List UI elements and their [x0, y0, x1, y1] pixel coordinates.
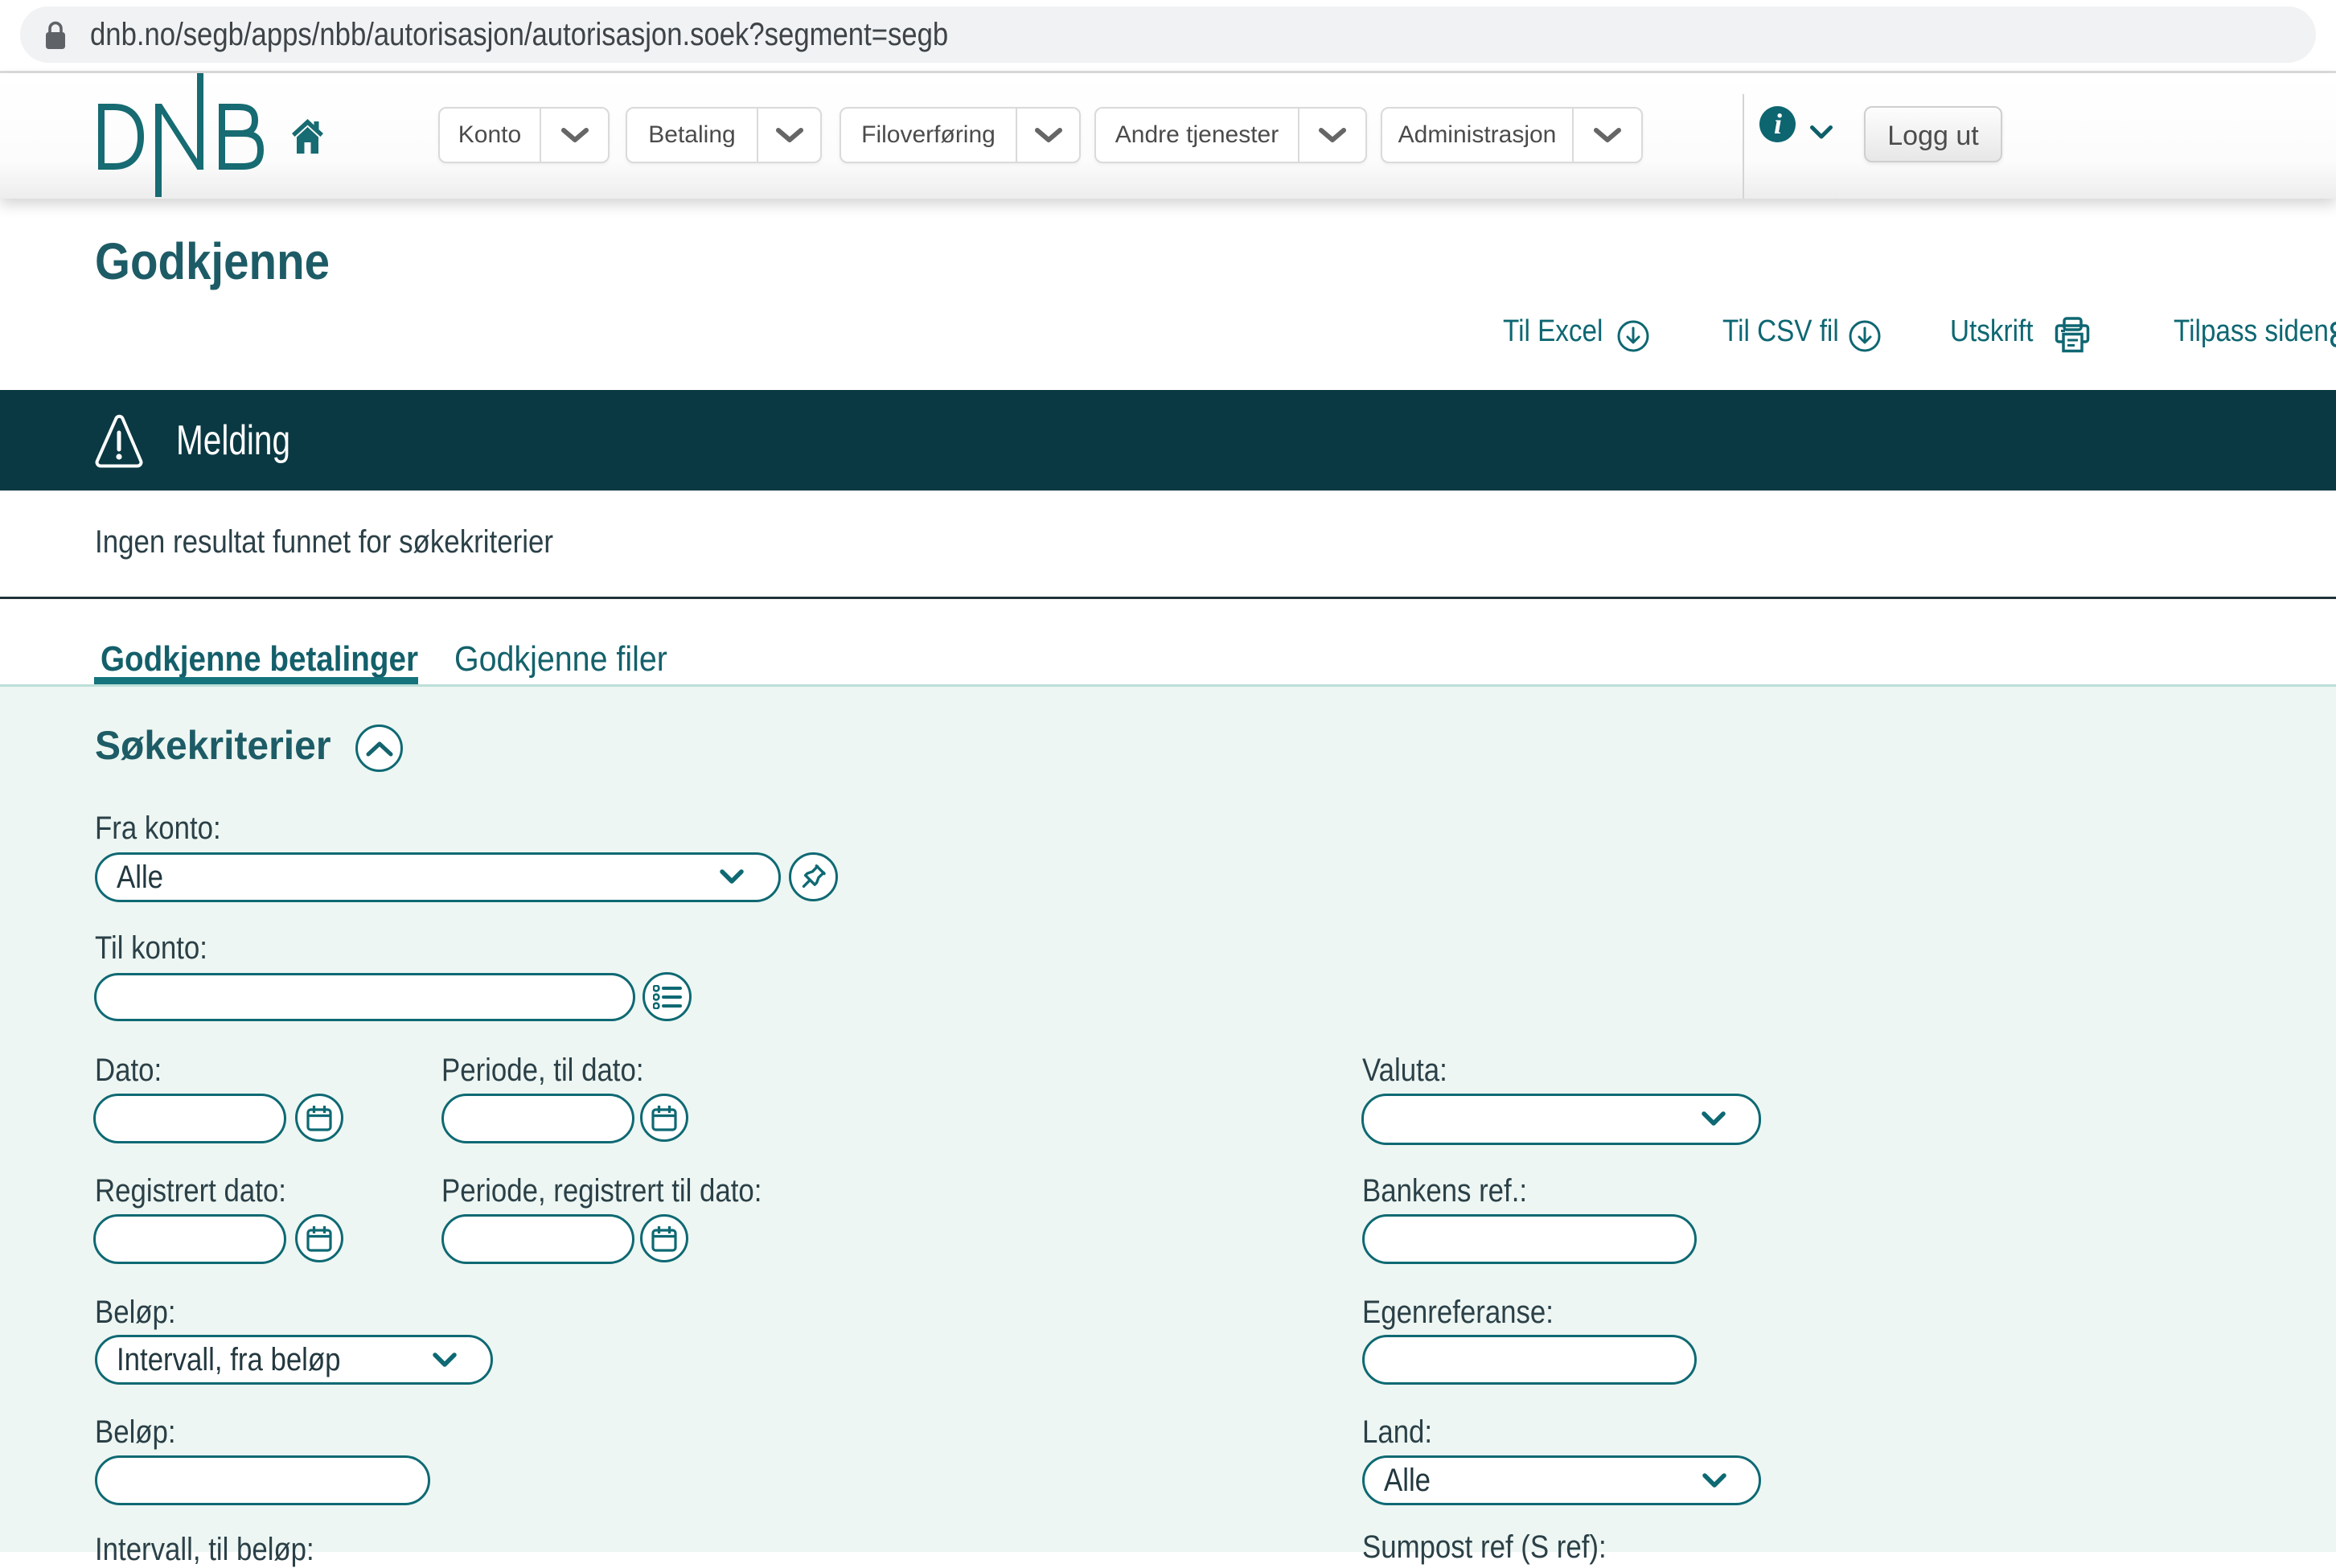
svg-text:i: i [1774, 108, 1782, 140]
